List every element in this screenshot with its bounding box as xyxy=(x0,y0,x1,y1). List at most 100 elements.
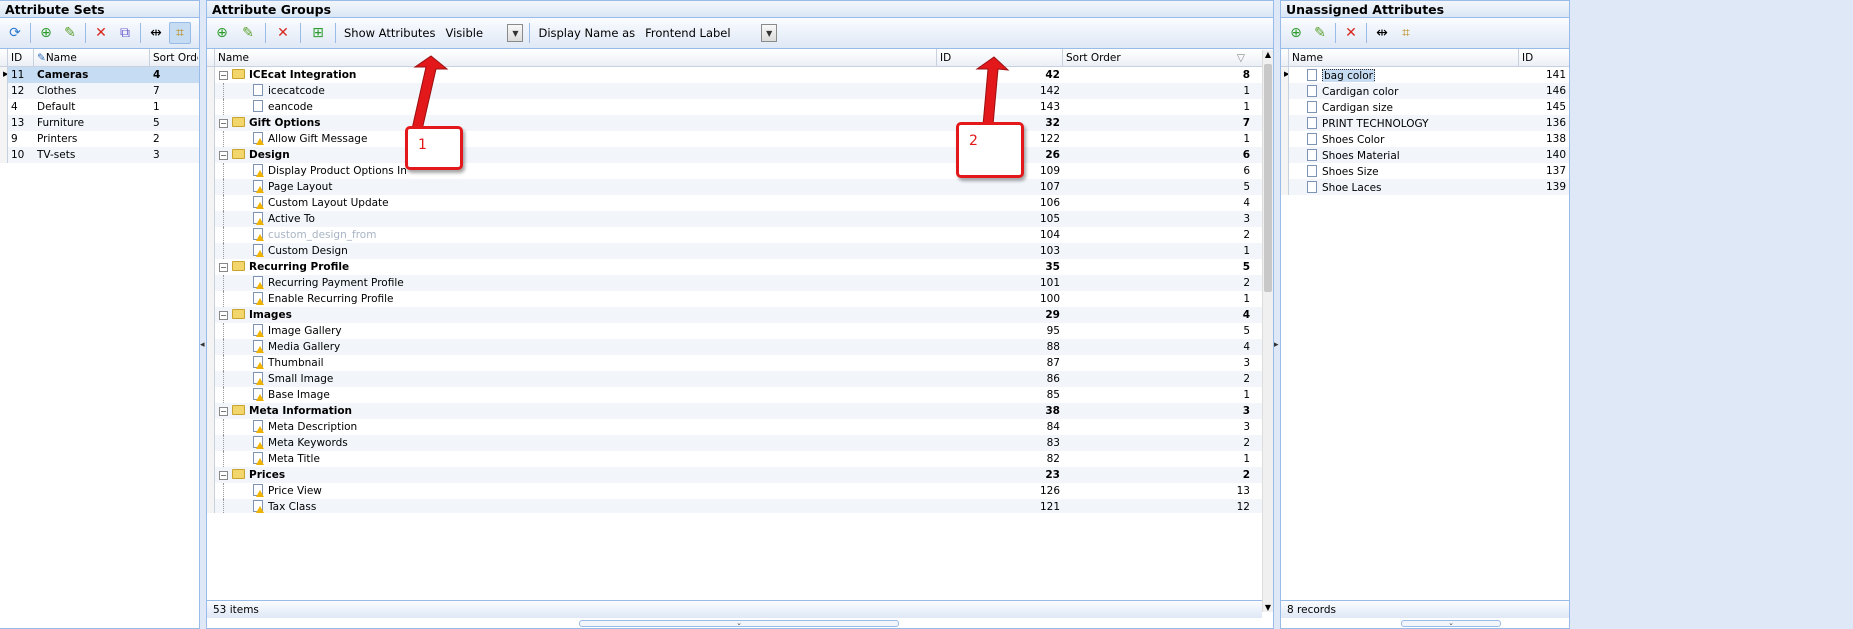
table-row[interactable]: 10 TV-sets 3 xyxy=(0,147,199,163)
panel-title: Unassigned Attributes xyxy=(1281,1,1569,18)
expand-columns-icon[interactable]: ⇹ xyxy=(1371,22,1393,44)
cell-name: Shoes Size xyxy=(1289,164,1519,178)
row-marker-header xyxy=(0,49,8,66)
toolbar-separator xyxy=(85,23,86,43)
cell-id: 146 xyxy=(1545,85,1566,97)
row-marker: ▶ xyxy=(0,67,8,83)
cell-id: 139 xyxy=(1545,181,1566,193)
attribute-label: Shoes Color xyxy=(1322,133,1385,146)
callout-1: 1 xyxy=(405,126,463,170)
unassigned-attributes-panel: Unassigned Attributes ⊕ ✎ ✕ ⇹ ⌗ Name ID … xyxy=(1280,0,1570,629)
column-name[interactable]: ✎Name xyxy=(34,49,150,66)
row-marker: ▶ xyxy=(1281,67,1289,83)
list-item[interactable]: PRINT TECHNOLOGY 136 xyxy=(1281,115,1569,131)
cell-id: 13 xyxy=(11,117,25,129)
fit-icon[interactable]: ⌗ xyxy=(169,22,191,44)
attribute-icon xyxy=(1307,68,1317,81)
column-sort-order[interactable]: Sort Order xyxy=(150,49,198,66)
attribute-label: Shoes Size xyxy=(1322,165,1379,178)
row-marker xyxy=(1281,163,1289,179)
list-item[interactable]: Shoes Size 137 xyxy=(1281,163,1569,179)
column-id[interactable]: ID xyxy=(8,49,34,66)
collapse-right-icon[interactable]: ▸ xyxy=(1274,340,1279,350)
attribute-icon xyxy=(1307,84,1317,97)
table-row[interactable]: 13 Furniture 5 xyxy=(0,115,199,131)
unassigned-toolbar: ⊕ ✎ ✕ ⇹ ⌗ xyxy=(1281,18,1569,49)
add-icon[interactable]: ⊕ xyxy=(1285,22,1307,44)
row-marker xyxy=(0,147,8,163)
row-marker xyxy=(0,83,8,99)
attribute-icon xyxy=(1307,180,1317,193)
attribute-icon xyxy=(1307,116,1317,129)
attribute-sets-panel: Attribute Sets ⟳ ⊕ ✎ ✕ ⧉ ⇹ ⌗ ID ✎Name So… xyxy=(0,0,200,629)
column-id[interactable]: ID xyxy=(1519,49,1569,66)
cell-sort-order: 4 xyxy=(153,69,161,81)
list-item[interactable]: Shoe Laces 139 xyxy=(1281,179,1569,195)
cell-id: 137 xyxy=(1545,165,1566,177)
unassigned-list: ▶ bag color 141 Cardigan color 146 Cardigan s… xyxy=(1281,67,1569,195)
cell-name: Shoes Color xyxy=(1289,132,1519,146)
table-row[interactable]: ▶ 11 Cameras 4 xyxy=(0,67,199,83)
row-marker xyxy=(1281,99,1289,115)
cell-id: 138 xyxy=(1545,133,1566,145)
add-icon[interactable]: ⊕ xyxy=(35,22,57,44)
table-row[interactable]: 4 Default 1 xyxy=(0,99,199,115)
list-item[interactable]: Cardigan size 145 xyxy=(1281,99,1569,115)
cell-name: Cameras xyxy=(37,69,89,81)
toolbar-separator xyxy=(1366,23,1367,43)
attribute-groups-panel: Attribute Groups ⊕ ✎ ✕ ⊞ Show Attributes… xyxy=(206,0,1274,629)
cell-id: 4 xyxy=(11,101,18,113)
table-row[interactable]: 9 Printers 2 xyxy=(0,131,199,147)
cell-id: 140 xyxy=(1545,149,1566,161)
cell-sort-order: 3 xyxy=(153,149,160,161)
cell-name: Furniture xyxy=(37,117,85,129)
toolbar-separator xyxy=(1335,23,1336,43)
cell-id: 11 xyxy=(11,69,25,81)
attribute-icon xyxy=(1307,164,1317,177)
collapse-left-icon[interactable]: ◂ xyxy=(200,340,205,350)
attribute-sets-list: ▶ 11 Cameras 4 12 Clothes 7 4 Default 1 13 Furnitur… xyxy=(0,67,199,163)
cell-name: Printers xyxy=(37,133,78,145)
pencil-icon: ✎ xyxy=(37,52,46,64)
table-row[interactable]: 12 Clothes 7 xyxy=(0,83,199,99)
callout-2: 2 xyxy=(956,122,1024,178)
cell-id: 12 xyxy=(11,85,25,97)
cell-name: Shoe Laces xyxy=(1289,180,1519,194)
delete-icon[interactable]: ✕ xyxy=(90,22,112,44)
status-bar: 8 records xyxy=(1281,600,1569,618)
cell-name: TV-sets xyxy=(37,149,76,161)
row-marker xyxy=(1281,131,1289,147)
cell-id: 136 xyxy=(1545,117,1566,129)
row-marker xyxy=(1281,115,1289,131)
cell-name: Default xyxy=(37,101,76,113)
cell-name: PRINT TECHNOLOGY xyxy=(1289,116,1519,130)
cell-sort-order: 7 xyxy=(153,85,160,97)
column-name[interactable]: Name xyxy=(1289,49,1519,66)
cell-name: Shoes Material xyxy=(1289,148,1519,162)
toolbar-separator xyxy=(30,23,31,43)
refresh-icon[interactable]: ⟳ xyxy=(4,22,26,44)
list-item[interactable]: ▶ bag color 141 xyxy=(1281,67,1569,83)
fit-icon[interactable]: ⌗ xyxy=(1395,22,1417,44)
collapse-bottom-handle[interactable]: ⌄ xyxy=(1401,620,1501,627)
edit-icon[interactable]: ✎ xyxy=(59,22,81,44)
attribute-sets-header: ID ✎Name Sort Order xyxy=(0,49,199,67)
list-item[interactable]: Shoes Color 138 xyxy=(1281,131,1569,147)
arrow-1 xyxy=(411,55,449,131)
delete-icon[interactable]: ✕ xyxy=(1340,22,1362,44)
panel-title: Attribute Sets xyxy=(0,1,199,18)
edit-icon[interactable]: ✎ xyxy=(1309,22,1331,44)
cell-sort-order: 1 xyxy=(153,101,160,113)
row-marker xyxy=(0,99,8,115)
cell-id: 9 xyxy=(11,133,18,145)
list-item[interactable]: Cardigan color 146 xyxy=(1281,83,1569,99)
expand-columns-icon[interactable]: ⇹ xyxy=(145,22,167,44)
row-marker xyxy=(0,131,8,147)
unassigned-header: Name ID xyxy=(1281,49,1569,67)
toolbar-separator xyxy=(140,23,141,43)
list-item[interactable]: Shoes Material 140 xyxy=(1281,147,1569,163)
copy-set-icon[interactable]: ⧉ xyxy=(114,22,136,44)
cell-name: bag color xyxy=(1289,68,1519,82)
row-marker xyxy=(1281,147,1289,163)
cell-name: Cardigan size xyxy=(1289,100,1519,114)
